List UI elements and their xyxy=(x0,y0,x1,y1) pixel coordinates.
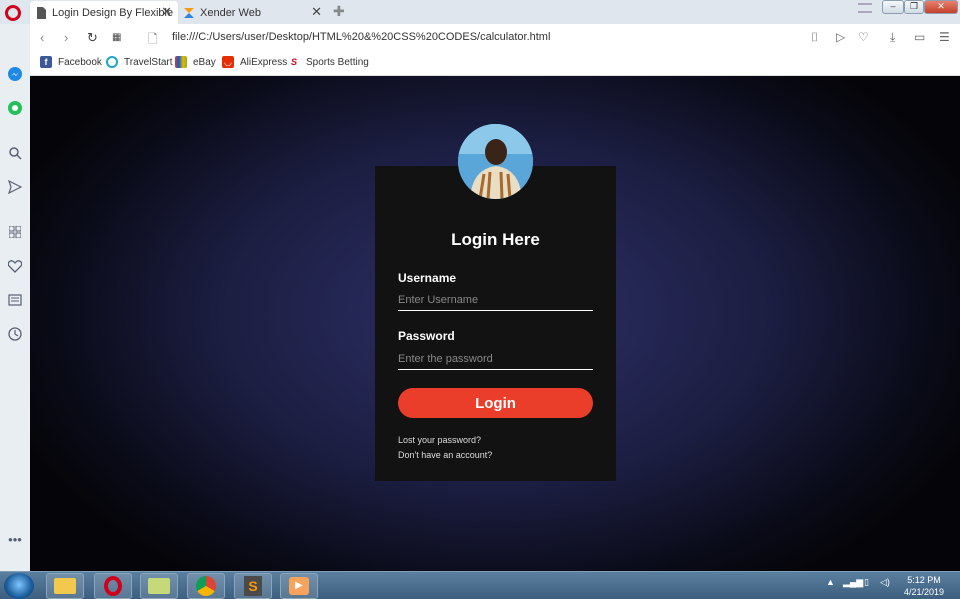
start-button[interactable] xyxy=(4,573,34,599)
file-explorer-icon[interactable] xyxy=(46,573,84,599)
messenger-icon[interactable] xyxy=(7,66,23,82)
close-tab-icon[interactable]: ✕ xyxy=(311,4,322,20)
login-button[interactable]: Login xyxy=(398,388,593,418)
whatsapp-icon[interactable] xyxy=(7,100,23,116)
opera-menu-icon[interactable] xyxy=(5,5,21,21)
page-viewport: Login Here Username Password Login Lost … xyxy=(30,76,960,571)
reload-icon[interactable]: ↻ xyxy=(87,30,98,46)
bookmark-sports-betting[interactable]: S Sports Betting xyxy=(288,56,369,68)
close-tab-icon[interactable]: ✕ xyxy=(161,4,172,20)
address-bar: ‹ › ↻ ▦ 🗋 file:///C:/Users/user/Desktop/… xyxy=(30,24,960,52)
opera-taskbar-icon[interactable] xyxy=(94,573,132,599)
download-icon[interactable]: ⤓ xyxy=(890,30,895,45)
bookmarks-bar: f Facebook TravelStart eBay ◡ AliExpress… xyxy=(30,52,960,76)
back-icon[interactable]: ‹ xyxy=(40,30,44,45)
username-label: Username xyxy=(398,271,457,285)
search-icon[interactable] xyxy=(7,146,23,162)
taskbar: S ▶ ▲ ▂▄▆ ▯ ◁) 5:12 PM 4/21/2019 xyxy=(0,571,960,599)
tab-label: Login Design By Flexible xyxy=(52,6,174,19)
aliexpress-icon: ◡ xyxy=(222,56,234,68)
folder-taskbar-icon[interactable] xyxy=(140,573,178,599)
volume-icon[interactable]: ◁) xyxy=(880,577,890,588)
ebay-icon xyxy=(175,56,187,68)
history-icon[interactable] xyxy=(7,327,23,343)
tabs-grid-icon[interactable]: ▦ xyxy=(112,32,121,43)
xender-icon xyxy=(184,7,194,18)
news-icon[interactable] xyxy=(7,294,23,310)
more-icon[interactable]: ••• xyxy=(7,532,23,548)
send-to-icon[interactable]: ▷ xyxy=(836,30,845,44)
bookmark-aliexpress[interactable]: ◡ AliExpress xyxy=(222,56,287,68)
battery-icon[interactable]: ▭ xyxy=(914,30,925,44)
profile-photo xyxy=(458,124,533,199)
tab-xender-web[interactable]: Xender Web ✕ xyxy=(178,1,328,24)
bookmark-ebay[interactable]: eBay xyxy=(175,56,216,68)
forward-icon[interactable]: › xyxy=(64,30,68,45)
password-input[interactable] xyxy=(398,348,593,370)
minimize-icon[interactable]: – xyxy=(882,0,904,14)
bookmark-label: Facebook xyxy=(58,56,102,68)
bookmark-travelstart[interactable]: TravelStart xyxy=(106,56,173,68)
login-card: Login Here Username Password Login Lost … xyxy=(375,166,616,481)
bookmark-label: Sports Betting xyxy=(306,56,369,68)
login-title: Login Here xyxy=(451,230,540,249)
bookmark-label: TravelStart xyxy=(124,56,173,68)
tab-login-design[interactable]: Login Design By Flexible ✕ xyxy=(30,1,178,24)
username-input[interactable] xyxy=(398,289,593,311)
url-field[interactable]: file:///C:/Users/user/Desktop/HTML%20&%2… xyxy=(172,31,550,43)
tab-strip: Login Design By Flexible ✕ Xender Web ✕ … xyxy=(0,0,960,24)
clock-date: 4/21/2019 xyxy=(903,587,944,597)
maximize-icon[interactable]: ❐ xyxy=(904,0,924,14)
bookmark-label: eBay xyxy=(193,56,216,68)
battery-tray-icon[interactable]: ▯ xyxy=(864,577,869,588)
clock-time: 5:12 PM xyxy=(907,575,941,585)
window-controls: – ❐ ✕ xyxy=(882,0,958,14)
bookmark-facebook[interactable]: f Facebook xyxy=(40,56,102,68)
travelstart-icon xyxy=(106,56,118,68)
camera-icon[interactable]: ⌷ xyxy=(811,30,818,45)
close-window-icon[interactable]: ✕ xyxy=(924,0,958,14)
page-icon: 🗋 xyxy=(148,32,158,46)
document-icon xyxy=(37,6,46,19)
settings-icon[interactable]: ☰ xyxy=(939,30,950,44)
tab-menu-icon[interactable] xyxy=(858,3,872,13)
clock[interactable]: 5:12 PM 4/21/2019 xyxy=(904,574,944,598)
bookmark-heart-icon[interactable]: ♡ xyxy=(858,30,869,44)
media-player-icon[interactable]: ▶ xyxy=(280,573,318,599)
lost-password-link[interactable]: Lost your password? xyxy=(398,435,481,445)
bookmark-label: AliExpress xyxy=(240,56,288,68)
facebook-icon: f xyxy=(40,56,52,68)
send-icon[interactable] xyxy=(7,179,23,196)
speed-dial-icon[interactable] xyxy=(7,225,23,242)
password-label: Password xyxy=(398,329,455,343)
avatar xyxy=(458,124,533,199)
sublime-text-icon[interactable]: S xyxy=(234,573,272,599)
chrome-icon[interactable] xyxy=(187,573,225,599)
tray-expand-icon[interactable]: ▲ xyxy=(826,577,835,587)
new-tab-icon[interactable]: ✚ xyxy=(333,3,345,20)
signup-link[interactable]: Don't have an account? xyxy=(398,450,492,460)
sports-betting-icon: S xyxy=(288,56,300,68)
sidebar: ••• xyxy=(0,24,30,571)
tab-label: Xender Web xyxy=(200,6,261,19)
heart-icon[interactable] xyxy=(7,260,23,276)
network-icon[interactable]: ▂▄▆ xyxy=(843,577,863,588)
